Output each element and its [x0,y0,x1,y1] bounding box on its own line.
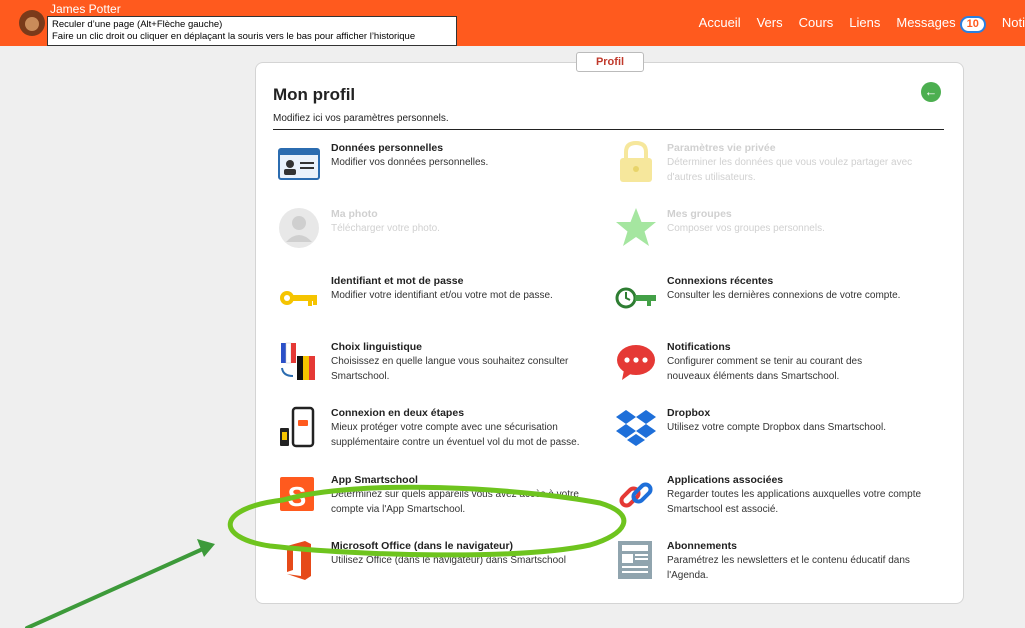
item-privacy-settings: Paramètres vie privée Déterminer les don… [667,142,935,185]
tooltip-line-2: Faire un clic droit ou cliquer en déplaç… [52,31,416,42]
nav-to[interactable]: Vers [757,15,783,33]
main-nav: Accueil Vers Cours Liens Messages 10 Noti [683,15,1025,33]
item-login-password[interactable]: Identifiant et mot de passe Modifier vot… [331,275,631,303]
item-notifications[interactable]: Notifications Configurer comment se teni… [667,341,907,384]
item-title: Abonnements [667,540,738,552]
item-desc: Consulter les dernières connexions de vo… [667,290,901,301]
smartschool-app-icon: S [280,477,314,512]
nav-messages-label: Messages [896,15,956,30]
newspaper-icon [618,541,652,579]
item-desc: Regarder toutes les applications auxquel… [667,489,922,515]
item-subscriptions[interactable]: Abonnements Paramétrez les newsletters e… [667,540,917,583]
page-title: Mon profil [273,85,356,104]
item-desc: Télécharger votre photo. [331,223,440,234]
nav-links[interactable]: Liens [849,15,880,33]
item-desc: Utilisez Office (dans le navigateur) dan… [331,555,566,566]
item-desc: Modifier vos données personnelles. [331,157,489,168]
linked-apps-icon [619,482,653,508]
photo-avatar-icon [279,208,319,248]
item-title: Choix linguistique [331,341,422,353]
item-desc: Déterminer les données que vous voulez p… [667,157,913,183]
back-tooltip: Reculer d’une page (Alt+Flèche gauche) F… [47,16,457,46]
item-title: Connexions récentes [667,275,774,287]
item-title: Ma photo [331,208,378,220]
item-language-choice[interactable]: Choix linguistique Choisissez en quelle … [331,341,601,384]
nav-courses[interactable]: Cours [799,15,834,33]
item-desc: Mieux protéger votre compte avec une séc… [331,422,580,448]
nav-home[interactable]: Accueil [699,15,741,33]
item-dropbox[interactable]: Dropbox Utilisez votre compte Dropbox da… [667,407,927,435]
item-my-photo: Ma photo Télécharger votre photo. [331,208,631,236]
key-icon [280,291,317,306]
nav-messages[interactable]: Messages 10 [896,15,986,33]
item-title: App Smartschool [331,474,418,486]
item-desc: Utilisez votre compte Dropbox dans Smart… [667,422,886,433]
messages-count-badge: 10 [959,16,986,33]
avatar[interactable] [19,10,45,36]
item-microsoft-office[interactable]: Microsoft Office (dans le navigateur) Ut… [331,540,601,568]
item-desc: Modifier votre identifiant et/ou votre m… [331,290,553,301]
item-desc: Configurer comment se tenir au courant d… [667,356,863,382]
back-arrow-icon[interactable]: ← [921,82,941,102]
chat-bubble-icon [617,345,655,380]
item-smartschool-app[interactable]: App Smartschool Déterminez sur quels app… [331,474,601,517]
item-title: Applications associées [667,474,784,486]
item-title: Connexion en deux étapes [331,407,465,419]
nav-notifications[interactable]: Noti [1002,15,1025,33]
item-associated-apps[interactable]: Applications associées Regarder toutes l… [667,474,927,517]
item-desc: Choisissez en quelle langue vous souhait… [331,356,569,382]
svg-text:S: S [288,481,307,512]
item-title: Microsoft Office (dans le navigateur) [331,540,514,552]
id-card-icon [278,148,320,180]
page-subtitle: Modifiez ici vos paramètres personnels. [273,113,449,124]
item-personal-data[interactable]: Données personnelles Modifier vos donnée… [331,142,631,170]
item-title: Identifiant et mot de passe [331,275,464,287]
item-two-step-login[interactable]: Connexion en deux étapes Mieux protéger … [331,407,601,450]
item-title: Données personnelles [331,142,444,154]
dropbox-icon [616,410,656,446]
item-recent-connections[interactable]: Connexions récentes Consulter les derniè… [667,275,947,303]
language-flags-icon [281,342,315,380]
title-divider [273,129,944,130]
item-desc: Déterminez sur quels appareils vous avez… [331,489,579,515]
two-step-phone-icon [280,406,315,448]
profile-tab[interactable]: Profil [576,52,644,72]
user-name[interactable]: James Potter [50,2,121,16]
item-title: Notifications [667,341,731,353]
tooltip-line-1: Reculer d’une page (Alt+Flèche gauche) [52,19,223,30]
item-title: Dropbox [667,407,711,419]
office-icon [287,541,311,580]
item-desc: Paramétrez les newsletters et le contenu… [667,555,910,581]
item-title: Mes groupes [667,208,732,220]
item-title: Paramètres vie privée [667,142,776,154]
item-desc: Composer vos groupes personnels. [667,223,825,234]
item-my-groups: Mes groupes Composer vos groupes personn… [667,208,935,236]
